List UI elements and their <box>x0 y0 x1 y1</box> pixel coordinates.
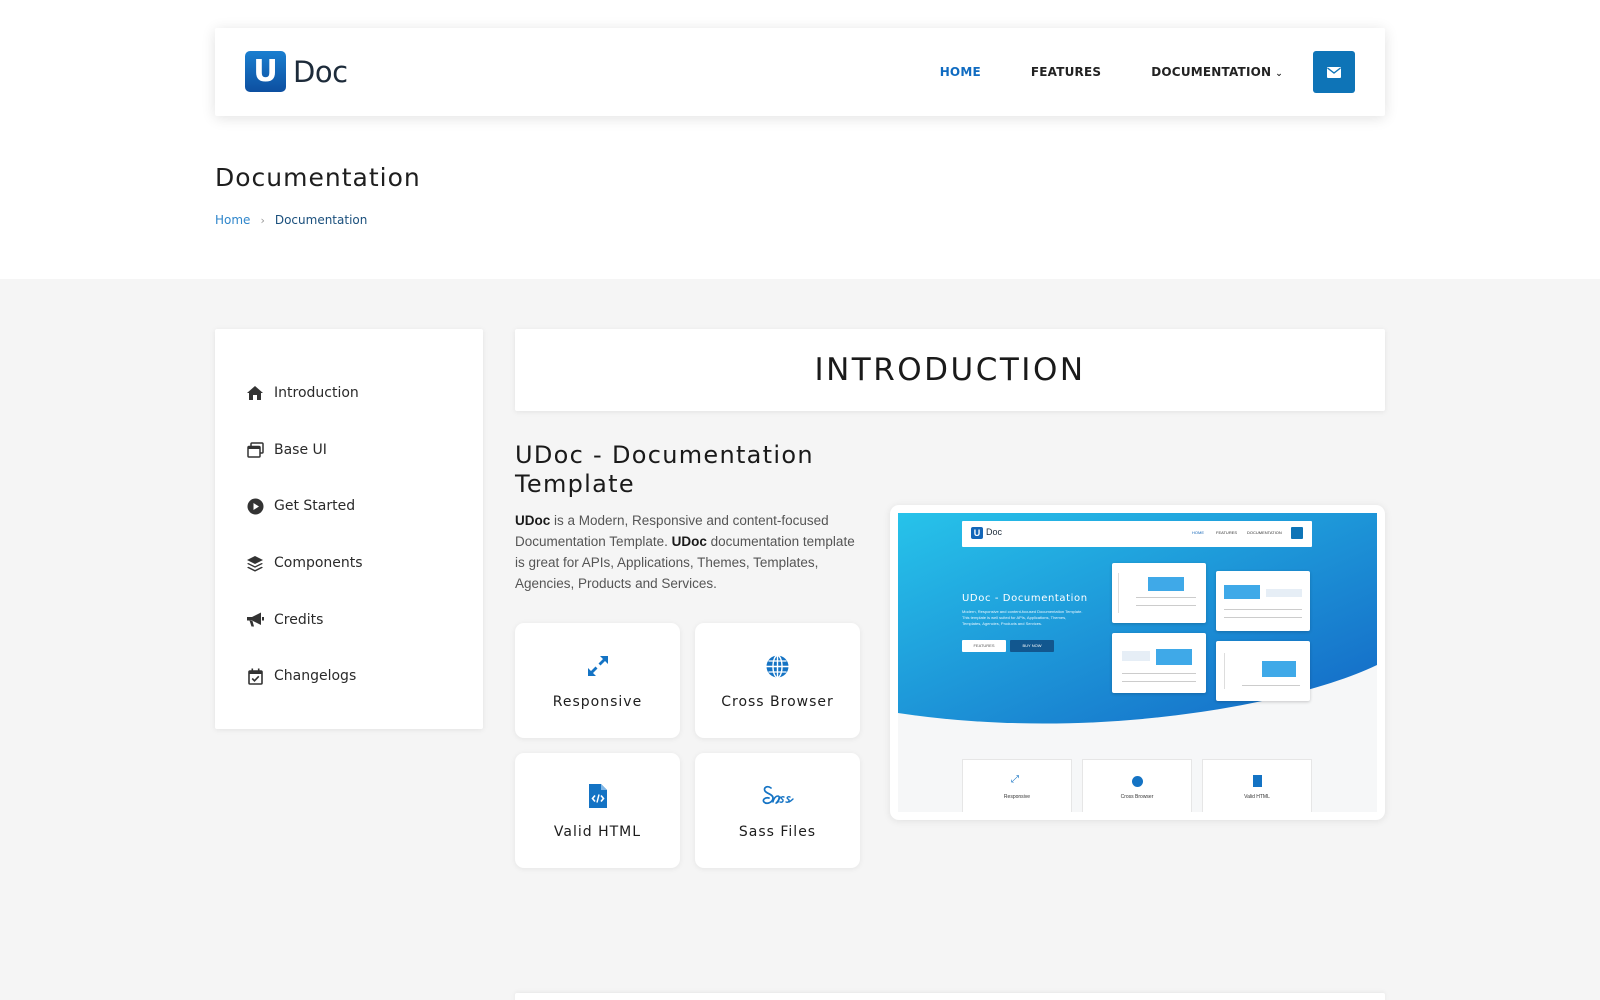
nav-features-link[interactable]: FEATURES <box>1031 65 1101 79</box>
preview-mail-button <box>1291 527 1303 539</box>
preview-hero-title: UDoc - Documentation <box>962 593 1088 604</box>
preview-logo-mark: U <box>971 527 983 539</box>
preview-thumbnail <box>1216 571 1310 631</box>
sidebar-item-get-started[interactable]: Get Started <box>215 478 483 535</box>
nav-documentation-label: DOCUMENTATION <box>1151 65 1272 79</box>
product-title: UDoc - Documentation Template <box>515 441 814 498</box>
sidebar-item-label: Base UI <box>274 441 327 458</box>
product-description: UDoc is a Modern, Responsive and content… <box>515 510 865 594</box>
expand-arrows-icon <box>586 653 610 679</box>
breadcrumb-separator-icon: › <box>260 213 265 227</box>
breadcrumb-current: Documentation <box>274 213 368 227</box>
feature-label: Responsive <box>552 694 643 710</box>
sass-icon <box>761 783 795 809</box>
mail-button[interactable] <box>1313 51 1355 93</box>
page-title: Documentation <box>215 163 421 192</box>
feature-card-cross-browser[interactable]: Cross Browser <box>695 623 860 738</box>
preview-navbar: U Doc HOME FEATURES DOCUMENTATION <box>962 521 1312 547</box>
sidebar-item-base-ui[interactable]: Base UI <box>215 422 483 479</box>
logo-mark: U <box>245 51 286 92</box>
preview-buy-button: BUY NOW <box>1010 640 1054 652</box>
nav-home-link[interactable]: HOME <box>940 65 981 79</box>
preview-thumbnail <box>1112 633 1206 693</box>
next-section-card <box>515 993 1385 1000</box>
sidebar-item-label: Introduction <box>274 385 359 402</box>
sidebar-item-label: Get Started <box>274 498 356 515</box>
breadcrumb: Home › Documentation <box>215 213 367 227</box>
feature-card-sass-files[interactable]: Sass Files <box>695 753 860 868</box>
preview-feature-card: ⤢ Responsive <box>962 759 1072 812</box>
html-file-icon <box>1253 775 1262 787</box>
home-icon <box>245 383 265 403</box>
sidebar-item-label: Credits <box>274 611 324 628</box>
template-preview: U Doc HOME FEATURES DOCUMENTATION UDoc -… <box>890 505 1385 820</box>
navbar: U Doc HOME FEATURES DOCUMENTATION ⌄ <box>215 28 1385 116</box>
sidebar-item-credits[interactable]: Credits <box>215 591 483 648</box>
megaphone-icon <box>245 610 265 630</box>
preview-nav-link: HOME <box>1192 530 1204 535</box>
envelope-icon <box>1327 66 1341 78</box>
preview-hero-line: Templates, Agencies, Products and Servic… <box>962 621 1043 626</box>
brand-name: UDoc <box>671 534 707 549</box>
sidebar-item-label: Components <box>274 555 363 572</box>
chevron-down-icon: ⌄ <box>1275 69 1283 79</box>
logo-text: Doc <box>293 54 348 89</box>
preview-nav-link: DOCUMENTATION <box>1247 530 1282 535</box>
preview-logo-text: Doc <box>986 527 1003 537</box>
nav-documentation-dropdown[interactable]: DOCUMENTATION ⌄ <box>1151 65 1283 79</box>
preview-hero-description: Modern, Responsive and content-focused D… <box>962 609 1102 627</box>
sidebar: Introduction Base UI Get Started Compone… <box>215 329 483 729</box>
preview-feature-label: Cross Browser <box>1120 794 1154 800</box>
expand-arrows-icon: ⤢ <box>1011 774 1019 785</box>
preview-feature-label: Responsive <box>1003 794 1031 800</box>
nav-menu: HOME FEATURES DOCUMENTATION ⌄ <box>940 51 1355 93</box>
preview-nav-link: FEATURES <box>1216 530 1238 535</box>
globe-icon <box>765 653 790 679</box>
calendar-check-icon <box>245 666 265 686</box>
feature-card-valid-html[interactable]: Valid HTML <box>515 753 680 868</box>
windows-icon <box>245 440 265 460</box>
feature-card-responsive[interactable]: Responsive <box>515 623 680 738</box>
feature-label: Cross Browser <box>721 694 834 710</box>
template-preview-image: U Doc HOME FEATURES DOCUMENTATION UDoc -… <box>898 513 1377 812</box>
feature-label: Valid HTML <box>553 824 642 840</box>
preview-feature-label: Valid HTML <box>1244 794 1270 800</box>
preview-thumbnail <box>1112 563 1206 623</box>
section-title: INTRODUCTION <box>515 329 1385 411</box>
preview-feature-card: Valid HTML <box>1202 759 1312 812</box>
sidebar-item-label: Changelogs <box>274 668 357 685</box>
preview-feature-card: Cross Browser <box>1082 759 1192 812</box>
sidebar-item-introduction[interactable]: Introduction <box>215 365 483 422</box>
sidebar-item-changelogs[interactable]: Changelogs <box>215 648 483 705</box>
breadcrumb-home-link[interactable]: Home <box>215 213 250 227</box>
brand-name: UDoc <box>515 513 551 528</box>
preview-thumbnail <box>1216 641 1310 701</box>
preview-features-button: FEATURES <box>962 640 1006 652</box>
globe-icon <box>1132 776 1143 787</box>
html-file-icon <box>588 783 608 809</box>
sidebar-item-components[interactable]: Components <box>215 535 483 592</box>
feature-label: Sass Files <box>738 824 817 840</box>
layers-icon <box>245 553 265 573</box>
play-circle-icon <box>245 496 265 516</box>
logo[interactable]: U Doc <box>245 51 348 92</box>
